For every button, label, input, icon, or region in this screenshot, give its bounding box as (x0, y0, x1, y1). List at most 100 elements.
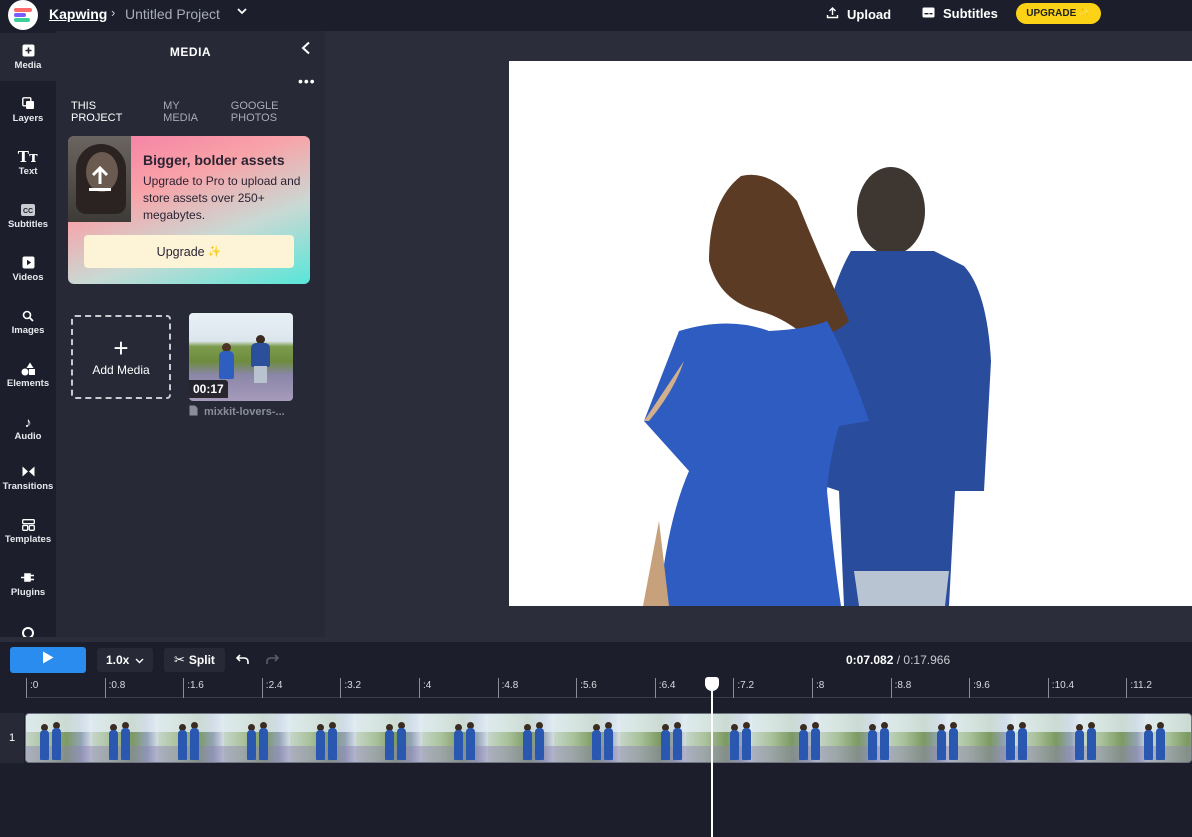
ruler-tick-label: :3.2 (340, 678, 361, 698)
rail-item-layers[interactable]: Layers (0, 86, 56, 134)
upload-label: Upload (847, 6, 892, 22)
rail-label: Videos (12, 271, 44, 283)
upload-arrow-icon (87, 164, 113, 197)
rail-item-subtitles[interactable]: CC Subtitles (0, 192, 56, 240)
ruler-tick-label: :6.4 (654, 678, 675, 698)
ruler-tick-label: :4 (419, 678, 431, 698)
ruler-tick-label: :4.8 (497, 678, 518, 698)
current-time: 0:07.082 (846, 653, 894, 667)
rail-item-plugins[interactable]: Plugins (0, 560, 56, 608)
chevron-left-icon[interactable] (300, 41, 312, 60)
chevron-down-icon (135, 653, 144, 667)
redo-icon[interactable] (266, 652, 280, 670)
video-track-clip[interactable] (25, 713, 1192, 763)
rail-item-templates[interactable]: Templates (0, 507, 56, 555)
sparkle-icon: ✨ (1078, 8, 1091, 19)
clip-frame-figure (937, 722, 959, 760)
tab-my-media[interactable]: MY MEDIA (163, 100, 216, 124)
rail-item-media[interactable]: Media (0, 33, 56, 81)
add-media-button[interactable]: + Add Media (71, 315, 171, 399)
playback-speed-dropdown[interactable]: 1.0x (97, 648, 154, 672)
clip-frame-figure (1075, 722, 1097, 760)
promo-title: Bigger, bolder assets (143, 152, 285, 168)
rail-item-videos[interactable]: Videos (0, 245, 56, 293)
ruler-tick-label: :0.8 (104, 678, 125, 698)
promo-upgrade-button[interactable]: Upgrade ✨ (84, 235, 294, 268)
timeline: 1.0x ✂ Split 0:07.082 / 0:17.966 :0:0.8:… (0, 637, 1192, 837)
tab-this-project[interactable]: THIS PROJECT (71, 100, 148, 124)
clip-frame-figure (247, 722, 269, 760)
cc-icon: CC (21, 203, 35, 217)
ruler-tick-label: :10.4 (1047, 678, 1074, 698)
playhead-handle[interactable] (705, 677, 719, 691)
media-icon (21, 44, 35, 58)
rail-label: Plugins (10, 586, 46, 598)
clip-frame-figure (523, 722, 545, 760)
media-panel: MEDIA ••• THIS PROJECT MY MEDIA GOOGLE P… (56, 31, 325, 637)
subtitles-icon (922, 6, 935, 21)
play-icon (42, 651, 54, 669)
upload-button[interactable]: Upload (826, 6, 891, 22)
rail-label: Audio (14, 430, 42, 442)
more-options-icon[interactable]: ••• (298, 74, 316, 88)
text-icon: Tт (17, 147, 39, 166)
video-canvas[interactable] (509, 61, 1192, 606)
ruler-tick-label: :8 (812, 678, 824, 698)
file-icon (189, 405, 198, 419)
upgrade-label: UPGRADE (1026, 8, 1077, 19)
rail-label: Layers (12, 112, 44, 124)
total-time: 0:17.966 (903, 653, 951, 667)
kapwing-logo-icon[interactable] (8, 0, 38, 30)
add-media-label: Add Media (92, 363, 150, 377)
search-icon (21, 309, 35, 323)
split-button[interactable]: ✂ Split (164, 648, 225, 672)
music-note-icon: ♪ (24, 413, 32, 430)
transition-icon (21, 465, 35, 479)
ruler-tick-label: :8.8 (890, 678, 911, 698)
shapes-icon (21, 362, 35, 376)
ruler-tick-label: :5.6 (576, 678, 597, 698)
brand-link[interactable]: Kapwing (49, 6, 107, 22)
rail-item-transitions[interactable]: Transitions (0, 454, 56, 502)
timeline-ruler[interactable]: :0:0.8:1.6:2.4:3.2:4:4.8:5.6:6.4:7.2:8:8… (26, 678, 1192, 698)
play-button[interactable] (10, 647, 86, 673)
playhead-line[interactable] (711, 677, 713, 837)
media-item-label: mixkit-lovers-... (204, 406, 285, 418)
rail-item-text[interactable]: Tт Text (0, 139, 56, 187)
rail-item-elements[interactable]: Elements (0, 351, 56, 399)
rail-label: Elements (6, 377, 50, 389)
project-name[interactable]: Untitled Project (125, 6, 220, 22)
rail-label: Media (14, 59, 42, 71)
sparkle-icon: ✨ (207, 246, 222, 258)
rail-label: Subtitles (7, 218, 49, 230)
tool-rail: Media Layers Tт Text CC Subtitles Videos… (0, 31, 56, 637)
upgrade-button[interactable]: UPGRADE ✨ (1016, 3, 1101, 24)
timecode: 0:07.082 / 0:17.966 (846, 653, 950, 667)
subtitles-button[interactable]: Subtitles (922, 6, 998, 21)
scissors-icon: ✂ (174, 652, 185, 667)
breadcrumb-separator: › (111, 5, 116, 20)
chevron-down-icon[interactable] (236, 4, 248, 22)
record-icon[interactable] (22, 627, 34, 637)
upload-icon (826, 6, 839, 22)
tab-google-photos[interactable]: GOOGLE PHOTOS (231, 100, 325, 124)
rail-label: Images (11, 324, 45, 336)
ruler-tick-label: :9.6 (969, 678, 990, 698)
media-item-thumbnail[interactable]: 00:17 (189, 313, 293, 401)
ruler-tick-label: :11.2 (1126, 678, 1152, 698)
rail-label: Transitions (2, 480, 54, 492)
top-bar: Kapwing › Untitled Project Upload Subtit… (0, 0, 1192, 31)
templates-icon (21, 518, 35, 532)
rail-item-images[interactable]: Images (0, 298, 56, 346)
clip-frame-figure (454, 722, 476, 760)
rail-item-audio[interactable]: ♪ Audio (0, 404, 56, 452)
clip-frame-figure (1144, 722, 1166, 760)
subtitles-label: Subtitles (943, 6, 998, 21)
split-label: Split (188, 653, 215, 667)
track-number: 1 (0, 713, 24, 763)
undo-icon[interactable] (235, 652, 249, 670)
media-tabs: THIS PROJECT MY MEDIA GOOGLE PHOTOS (71, 100, 325, 124)
clip-frame-figure (109, 722, 131, 760)
timeline-divider[interactable] (0, 637, 1192, 642)
rail-label: Text (18, 165, 38, 177)
